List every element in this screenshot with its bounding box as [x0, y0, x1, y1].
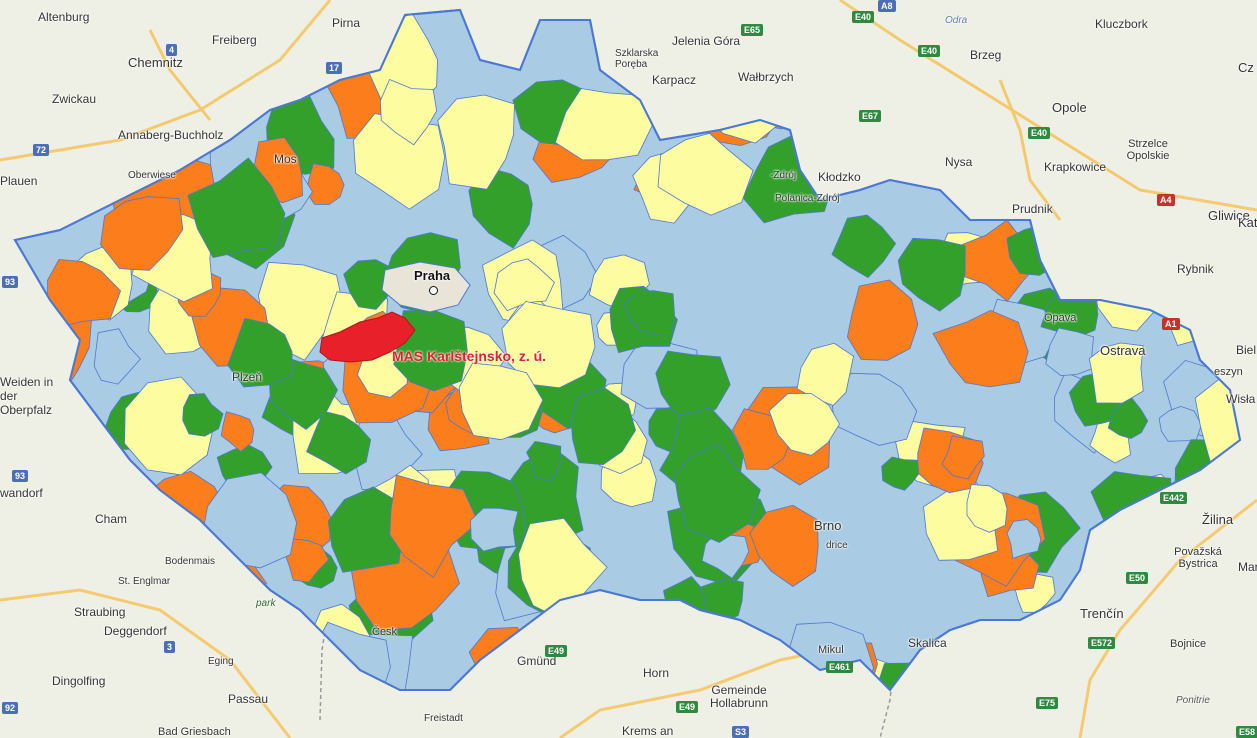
city-bojnice: Bojnice	[1170, 638, 1207, 650]
city-straubing: Straubing	[74, 605, 126, 619]
city-zilina: Žilina	[1202, 512, 1234, 527]
town-zdroj: -Zdrój	[770, 170, 797, 181]
city-kluczbork: Kluczbork	[1095, 17, 1148, 31]
capital-praha-label[interactable]: Praha	[414, 268, 450, 283]
city-mart: Mart	[1238, 560, 1257, 574]
shield-93-b: 93	[12, 470, 29, 482]
shield-93-a: 93	[2, 276, 19, 288]
city-walbrzych: Wałbrzych	[738, 70, 794, 84]
city-ostrava: Ostrava	[1100, 343, 1146, 358]
shield-e67: E67	[859, 110, 882, 122]
city-rybnik: Rybnik	[1177, 262, 1214, 276]
city-povazska: Považská Bystrica	[1174, 546, 1222, 570]
shield-e40-c: E40	[1028, 127, 1051, 139]
city-mos: Mos	[274, 152, 297, 166]
city-nysa: Nysa	[945, 155, 973, 169]
town-eging: Eging	[208, 656, 234, 667]
shield-a4: A4	[1157, 194, 1175, 206]
town-karpacz: Karpacz	[652, 73, 697, 87]
shield-72: 72	[33, 144, 50, 156]
shield-17: 17	[326, 62, 343, 74]
shield-e49-a: E49	[545, 645, 568, 657]
shield-e40-b: E40	[918, 45, 941, 57]
highlighted-region-label[interactable]: MAS Karlštejnsko, z. ú.	[392, 348, 546, 364]
city-pirna: Pirna	[332, 16, 361, 30]
shield-e461: E461	[826, 661, 854, 673]
capital-marker-icon[interactable]	[429, 286, 438, 295]
city-dingolfing: Dingolfing	[52, 674, 106, 688]
town-polanica: Polanica-Zdrój	[775, 193, 840, 204]
shield-e65: E65	[741, 24, 764, 36]
map[interactable]: Altenburg Pirna Freiberg Chemnitz Zwicka…	[0, 0, 1257, 738]
city-eszyn: eszyn	[1214, 366, 1243, 378]
shield-e40-a: E40	[852, 11, 875, 23]
city-annaberg: Annaberg-Buchholz	[118, 128, 224, 142]
region-polygon[interactable]	[470, 507, 519, 552]
city-altenburg: Altenburg	[38, 10, 90, 24]
city-skalica: Skalica	[908, 636, 947, 650]
shield-e58: E58	[1236, 726, 1257, 738]
city-strzelce: Strzelce Opolskie	[1126, 138, 1170, 162]
shield-e442: E442	[1160, 492, 1188, 504]
city-passau: Passau	[228, 692, 269, 706]
city-weiden: Weiden in der Oberpfalz	[0, 375, 54, 417]
town-drice: drice	[826, 540, 848, 551]
city-horn: Horn	[643, 666, 670, 680]
city-bielsko: Biel	[1236, 343, 1257, 357]
city-chemnitz: Chemnitz	[128, 55, 183, 70]
city-kat: Kat	[1238, 215, 1257, 230]
shield-3: 3	[164, 641, 176, 653]
city-wandorf: wandorf	[0, 486, 43, 500]
city-freiberg: Freiberg	[212, 33, 257, 47]
shield-a8: A8	[878, 0, 896, 12]
town-bodenmais: Bodenmais	[165, 556, 216, 567]
city-cham: Cham	[95, 512, 128, 526]
shield-e49-b: E49	[676, 701, 699, 713]
city-krems: Krems an	[622, 724, 674, 738]
city-ceske: Česk	[372, 626, 398, 638]
city-brno: Brno	[814, 518, 842, 533]
city-deggendorf: Deggendorf	[104, 624, 167, 638]
city-zwickau: Zwickau	[52, 92, 97, 106]
city-jelenia: Jelenia Góra	[672, 34, 741, 48]
label-cz: Cz	[1238, 60, 1254, 75]
city-opava: Opava	[1044, 312, 1077, 324]
city-plzen: Plzeň	[232, 370, 263, 384]
region-ponitrie: Ponitrie	[1176, 695, 1210, 706]
river-odra: Odra	[945, 15, 968, 26]
shield-a1: A1	[1162, 318, 1180, 330]
city-prudnik: Prudnik	[1012, 202, 1053, 216]
city-plauen: Plauen	[0, 174, 38, 188]
town-englmar: St. Englmar	[118, 576, 171, 587]
city-opole: Opole	[1052, 100, 1087, 115]
shield-4: 4	[166, 44, 178, 56]
town-szklarska: Szklarska Poręba	[615, 48, 659, 70]
city-trencin: Trenčín	[1080, 606, 1124, 621]
shield-e572: E572	[1088, 637, 1116, 649]
city-wisla: Wisła	[1226, 392, 1256, 406]
shield-92: 92	[2, 702, 19, 714]
town-oberwiese: Oberwiese	[128, 170, 176, 181]
town-freistadt: Freistadt	[424, 713, 463, 724]
city-krapkowice: Krapkowice	[1044, 160, 1107, 174]
city-brzeg: Brzeg	[970, 48, 1002, 62]
town-mikul: Mikul	[818, 644, 844, 656]
city-hollabrunn: Gemeinde Hollabrunn	[709, 683, 769, 710]
shield-e50: E50	[1126, 572, 1149, 584]
shield-e75: E75	[1036, 697, 1059, 709]
town-griesbach: Bad Griesbach	[158, 726, 231, 738]
city-klodzko: Kłodzko	[818, 170, 861, 184]
park-label: park	[256, 598, 276, 609]
shield-s3: S3	[732, 726, 750, 738]
